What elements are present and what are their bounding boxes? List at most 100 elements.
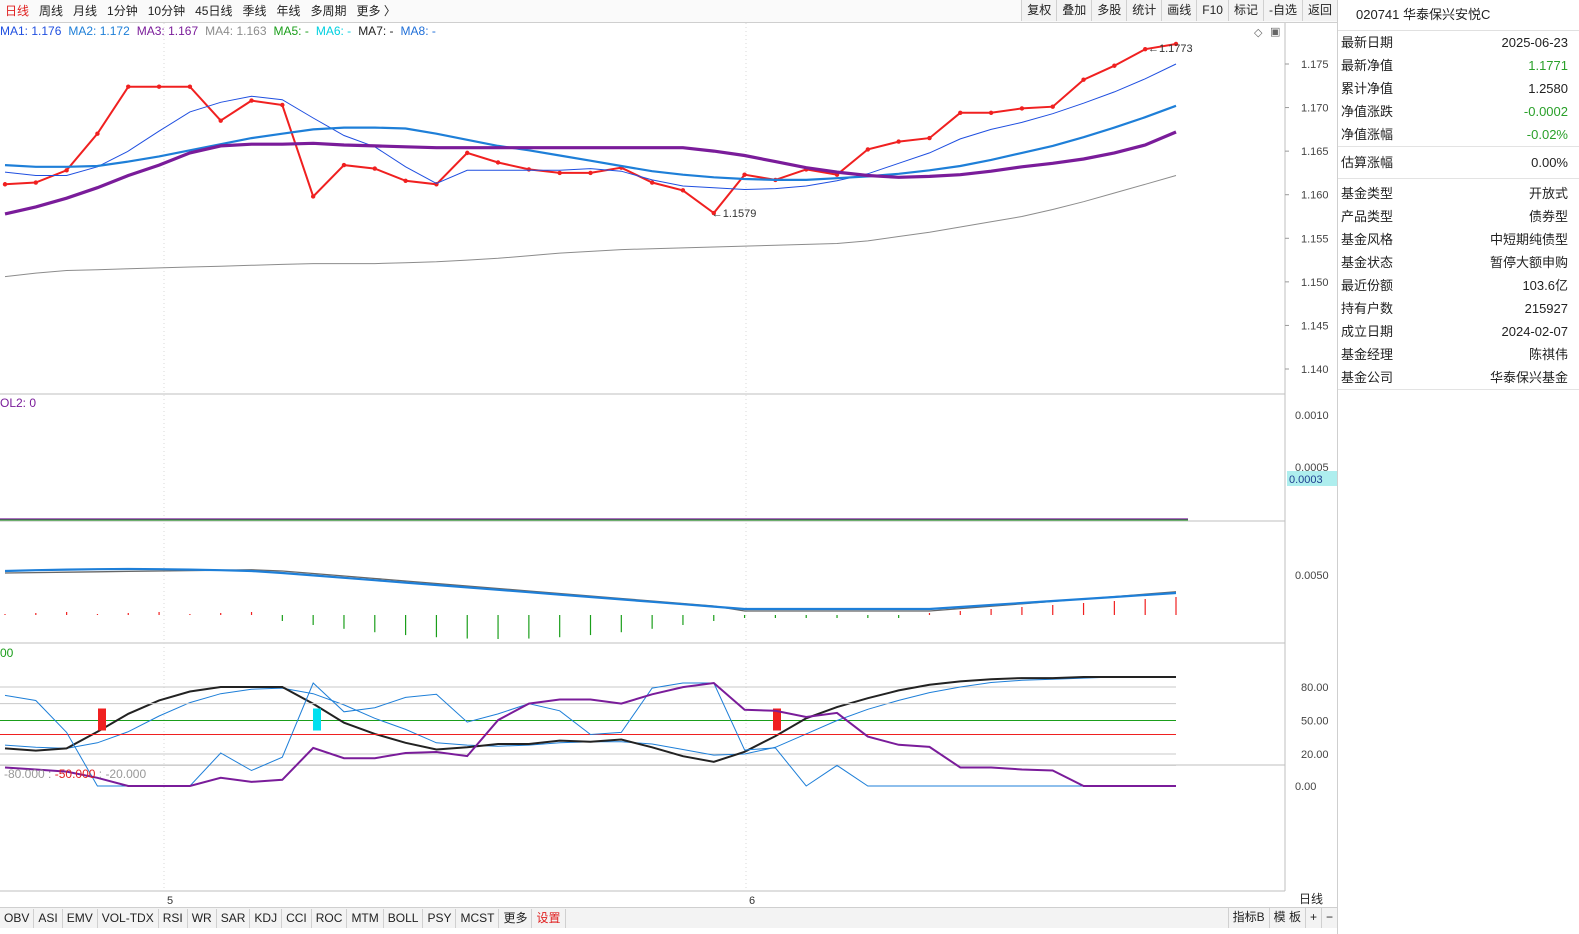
indicator-tab-14[interactable]: 更多 — [499, 908, 533, 928]
info-label: 净值涨幅 — [1341, 127, 1394, 142]
kline-chart[interactable]: 5 6 1.175 1.170 1.165 1.160 1.155 1.150 1.145 1.1… — [0, 23, 1337, 907]
ma-legend-item-7: MA8: - — [400, 24, 436, 38]
top-toolbar: 日线 周线 月线 1分钟 10分钟 45日线 季线 年线 多周期 更多 〉 复权 叠加 多股 统计 画线 F… — [0, 0, 1337, 23]
tool-button-1[interactable]: 叠加 — [1056, 0, 1092, 21]
nav-point — [588, 170, 593, 176]
indicator-tab-1[interactable]: ASI — [34, 908, 63, 928]
indicator-tab-12[interactable]: PSY — [423, 908, 457, 928]
tool-button-4[interactable]: 画线 — [1161, 0, 1197, 21]
info-row: 基金类型 开放式 — [1338, 182, 1579, 205]
nav-point — [495, 160, 501, 165]
indicator-right-3[interactable]: − — [1320, 908, 1337, 928]
nav-point — [649, 180, 655, 185]
indicator-tab-8[interactable]: CCI — [282, 908, 312, 928]
period-tab-7[interactable]: 年线 — [271, 0, 305, 22]
indicator-right-1[interactable]: 模 板 — [1268, 908, 1305, 928]
info-row: 成立日期 2024-02-07 — [1338, 320, 1579, 343]
info-value: 开放式 — [1528, 186, 1568, 201]
info-label: 基金风格 — [1341, 232, 1394, 247]
indicator-tab-7[interactable]: KDJ — [250, 908, 283, 928]
period-tab-5[interactable]: 45日线 — [190, 0, 237, 22]
period-tab-9[interactable]: 更多 〉 — [352, 0, 401, 22]
period-tab-2[interactable]: 月线 — [68, 0, 102, 22]
series-line-4 — [4, 175, 1177, 278]
chart-area[interactable]: 5 6 1.175 1.170 1.165 1.160 1.155 1.150 1.145 1.1… — [0, 23, 1337, 907]
period-tab-0[interactable]: 日线 — [0, 0, 34, 22]
fund-info-panel: 020741 华泰保兴安悦C 最新日期 2025-06-23 最新净值 1.1771 累… — [1337, 0, 1579, 934]
indicator-right-0[interactable]: 指标B — [1227, 908, 1269, 928]
indicator-tab-9[interactable]: ROC — [312, 908, 348, 928]
indicator-tab-5[interactable]: WR — [188, 908, 217, 928]
info-row: 最新净值 1.1771 — [1338, 54, 1579, 77]
info-value: 1.2580 — [1528, 81, 1568, 96]
tool-button-2[interactable]: 多股 — [1091, 0, 1127, 21]
info-label: 最近份额 — [1341, 278, 1394, 293]
info-label: 估算涨幅 — [1341, 155, 1394, 170]
chart-tools: 复权 叠加 多股 统计 画线 F10 标记 -自选 返回 — [1021, 0, 1337, 22]
indicator-tab-0[interactable]: OBV — [0, 908, 35, 928]
nav-point — [526, 167, 532, 172]
nav-point — [1112, 63, 1117, 68]
info-row: 最新日期 2025-06-23 — [1338, 31, 1579, 54]
period-tab-6[interactable]: 季线 — [237, 0, 271, 22]
vol-legend: OL2: 0 — [0, 396, 37, 410]
info-value: 215927 — [1524, 301, 1568, 316]
period-tab-8[interactable]: 多周期 — [305, 0, 351, 22]
nav-point — [1019, 106, 1025, 111]
series-line-0 — [4, 43, 1177, 215]
vol-tick-label: 0.0010 — [1295, 410, 1329, 422]
period-tab-4[interactable]: 10分钟 — [143, 0, 190, 22]
indicator-tab-6[interactable]: SAR — [217, 908, 251, 928]
nav-point — [927, 135, 932, 141]
axis-period-label: 日线 — [1298, 892, 1323, 906]
price-tick-label: 1.170 — [1301, 103, 1329, 115]
info-label: 净值涨跌 — [1341, 104, 1394, 119]
nav-point — [465, 150, 470, 156]
tool-button-5[interactable]: F10 — [1196, 0, 1228, 21]
indicator-tab-2[interactable]: EMV — [63, 908, 98, 928]
period-tab-3[interactable]: 1分钟 — [102, 0, 143, 22]
wr-legend-sep: : — [44, 767, 55, 781]
info-label: 最新净值 — [1341, 58, 1394, 73]
info-label: 最新日期 — [1341, 35, 1394, 50]
info-label: 基金状态 — [1341, 255, 1394, 270]
diamond-icon[interactable]: ◇ — [1254, 26, 1262, 39]
window-toggle-icon[interactable]: ▣ — [1270, 25, 1280, 38]
info-value: 中短期纯债型 — [1489, 232, 1568, 247]
tool-button-0[interactable]: 复权 — [1021, 0, 1057, 21]
wr-legend: -80.000 : -50.000 : -20.000 — [4, 767, 146, 781]
tool-button-6[interactable]: 标记 — [1227, 0, 1263, 21]
indicator-tab-10[interactable]: MTM — [347, 908, 384, 928]
indicator-right-2[interactable]: + — [1304, 908, 1321, 928]
price-tick-label: 1.175 — [1301, 59, 1329, 71]
wr-legend-b: -50.000 — [54, 767, 96, 781]
wr-legend-c: -20.000 — [105, 767, 147, 781]
indicator-tab-13[interactable]: MCST — [456, 908, 500, 928]
price-tick-label: 1.165 — [1301, 146, 1329, 158]
nav-point — [865, 147, 871, 152]
nav-point — [372, 166, 377, 171]
ma-legend-item-5: MA6: - — [315, 24, 352, 38]
nav-point — [896, 139, 901, 144]
period-tab-1[interactable]: 周线 — [34, 0, 68, 22]
info-value: -0.0002 — [1523, 104, 1568, 119]
info-row: 基金公司 华泰保兴基金 — [1338, 366, 1579, 389]
kdj-signal-marker — [313, 708, 321, 731]
indicator-tab-3[interactable]: VOL-TDX — [98, 908, 159, 928]
fund-profile-section: 基金类型 开放式 产品类型 债券型 基金风格 中短期纯债型 基金状态 暂停大额申购 最近份额 10… — [1338, 179, 1579, 389]
ma-legend-item-4: MA5: - — [273, 24, 309, 38]
indicator-tab-11[interactable]: BOLL — [384, 908, 424, 928]
macd-dif-line — [4, 567, 1177, 611]
info-row: 基金风格 中短期纯债型 — [1338, 228, 1579, 251]
indicator-tab-4[interactable]: RSI — [159, 908, 188, 928]
price-tick-label: 1.150 — [1301, 277, 1329, 289]
kdj-tick-label: 80.00 — [1301, 682, 1329, 694]
tool-button-7[interactable]: -自选 — [1262, 0, 1302, 21]
nav-point — [341, 162, 347, 168]
nav-point — [557, 170, 562, 176]
indicator-tab-15[interactable]: 设置 — [532, 908, 566, 928]
nav-point — [988, 110, 994, 116]
tool-button-8[interactable]: 返回 — [1301, 0, 1337, 21]
info-value: -0.02% — [1526, 127, 1568, 142]
tool-button-3[interactable]: 统计 — [1126, 0, 1162, 21]
